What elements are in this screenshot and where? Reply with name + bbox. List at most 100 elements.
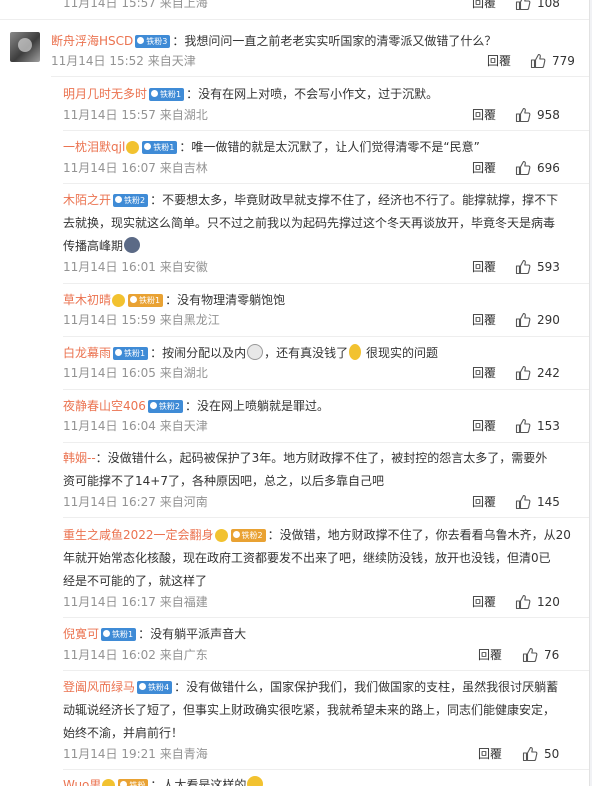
- divider: [0, 19, 589, 20]
- like-count: 50: [544, 747, 560, 761]
- like-count: 242: [537, 366, 560, 380]
- crown-icon: [102, 779, 116, 786]
- username-link[interactable]: 明月几时无多时: [63, 87, 147, 101]
- reply-text-line: 经是不可能的了，就这样了: [63, 574, 208, 588]
- username-link[interactable]: 韩姻--: [63, 451, 96, 465]
- thumbs-up-icon: [515, 0, 531, 11]
- thumbs-up-icon: [515, 418, 531, 434]
- like-button[interactable]: 145: [515, 493, 575, 511]
- username-link[interactable]: 草木初晴: [63, 293, 111, 307]
- smirk-emoji-icon: [247, 344, 264, 360]
- reply-text: 韩姻--：没做错什么，起码被保护了3年。地方财政撑不住了，被封控的怨言太多了，需…: [63, 451, 548, 465]
- reply-text: 登阖风而绿马 铁粉4 ：没有做错什么，国家保护我们，我们做国家的支柱，虽然我很讨厌躺…: [63, 680, 559, 694]
- like-button[interactable]: 108: [515, 0, 575, 12]
- reply-text: 夜静春山空406 铁粉2 ：没在网上喷躺就是罪过。: [63, 399, 330, 413]
- reply-text-line: 年就开始常态化核酸，现在政府工资都要发不出来了吧，继续防没钱，放开也没钱，但清0…: [63, 551, 551, 565]
- reply-button[interactable]: 回覆: [472, 0, 496, 12]
- reply-button[interactable]: 回覆: [478, 745, 502, 763]
- fan-badge: 铁粉2: [230, 529, 266, 542]
- reply-text-line: 资可能撑不了14+7了，各种原因吧，总之，以后多靠自己吧: [63, 474, 384, 488]
- comment-meta: 11月14日 16:27 来自河南: [63, 495, 208, 509]
- thumbs-up-icon: [515, 160, 531, 176]
- username-link[interactable]: 夜静春山空406: [63, 399, 146, 413]
- avatar[interactable]: [10, 32, 40, 62]
- fan-badge: 铁粉1: [113, 347, 149, 360]
- divider: [63, 442, 589, 443]
- thumbs-up-icon: [515, 312, 531, 328]
- main-comment-text: 断舟浮海HSCD 铁粉3 ：我想问问一直之前老老实实听国家的清零派又做错了什么？: [51, 30, 496, 52]
- fan-badge: 铁粉1: [142, 141, 178, 154]
- reply-button[interactable]: 回覆: [472, 593, 496, 611]
- reply-text: 明月几时无多时 铁粉1 ：没有在网上对喷，不会写小作文，过于沉默。: [63, 87, 439, 101]
- like-count: 108: [537, 0, 560, 10]
- comment-meta: 11月14日 16:07 来自吉林: [63, 161, 208, 175]
- crown-icon: [112, 294, 126, 307]
- divider: [63, 769, 589, 770]
- reply-button[interactable]: 回覆: [472, 159, 496, 177]
- reply-text: 倪寛可 铁粉1 ：没有躺平派声音大: [63, 627, 247, 641]
- crown-icon: [214, 529, 228, 542]
- fan-badge: 铁粉1: [149, 88, 185, 101]
- thumbs-up-icon: [515, 594, 531, 610]
- reply-button[interactable]: 回覆: [472, 493, 496, 511]
- like-button[interactable]: 958: [515, 106, 575, 124]
- thumbs-up-icon: [522, 746, 538, 762]
- thumbs-up-icon: [522, 647, 538, 663]
- reply-text: 木陌之开 铁粉2 ：不要想太多，毕竟财政早就支撑不住了，经济也不行了。能撑就撑，撑不…: [63, 193, 559, 207]
- virus-face-icon: [124, 237, 141, 253]
- username-link[interactable]: 白龙幕雨: [63, 346, 111, 360]
- reply-button[interactable]: 回覆: [472, 311, 496, 329]
- crown-icon: [126, 141, 140, 154]
- reply-button[interactable]: 回覆: [472, 258, 496, 276]
- comment-meta: 11月14日 16:05 来自湖北: [63, 366, 208, 380]
- comment-panel: 11月14日 15:57 来自上海 回覆 108 断舟浮海HSCD 铁粉3 ：我想问…: [0, 0, 589, 786]
- like-button[interactable]: 76: [522, 646, 582, 664]
- username-link[interactable]: Wuo男: [63, 778, 101, 786]
- reply-text-line: 传播高峰期: [63, 235, 141, 257]
- thumbs-up-icon: [530, 53, 546, 69]
- reply-button[interactable]: 回覆: [472, 364, 496, 382]
- like-button[interactable]: 120: [515, 593, 575, 611]
- like-button[interactable]: 153: [515, 417, 575, 435]
- like-button[interactable]: 242: [515, 364, 575, 382]
- username-link[interactable]: 重生之咸鱼2022一定会翻身: [63, 528, 214, 542]
- reply-text-line: 动辄说经济长了短了，但事实上财政确实很吃紧，我就希望未来的路上，同志们能健康安定…: [63, 703, 556, 717]
- reply-button[interactable]: 回覆: [472, 417, 496, 435]
- divider: [63, 389, 589, 390]
- fan-badge: 铁粉2: [147, 400, 183, 413]
- reply-text: Wuo男 铁粉 ：人太看是这样的: [63, 774, 264, 786]
- reply-button[interactable]: 回覆: [478, 646, 502, 664]
- like-button[interactable]: 290: [515, 311, 575, 329]
- like-count: 290: [537, 313, 560, 327]
- like-count: 958: [537, 108, 560, 122]
- comment-meta: 11月14日 15:57 来自上海: [63, 0, 208, 10]
- divider: [63, 617, 589, 618]
- like-count: 153: [537, 419, 560, 433]
- username-link[interactable]: 断舟浮海HSCD: [51, 34, 133, 48]
- username-link[interactable]: 登阖风而绿马: [63, 680, 135, 694]
- smile-emoji-icon: [247, 776, 264, 786]
- like-button[interactable]: 50: [522, 745, 582, 763]
- username-link[interactable]: 一枕泪默qjl: [63, 140, 125, 154]
- fan-badge: 铁粉4: [137, 681, 173, 694]
- fan-badge: 铁粉3: [135, 35, 171, 48]
- reply-text: 草木初晴 铁粉1 ：没有物理清零躺饱饱: [63, 293, 286, 307]
- divider: [63, 670, 589, 671]
- reply-button[interactable]: 回覆: [472, 106, 496, 124]
- comment-meta: 11月14日 19:21 来自青海: [63, 747, 208, 761]
- divider: [63, 517, 589, 518]
- sad-emoji-icon: [349, 344, 362, 360]
- like-button[interactable]: 696: [515, 159, 575, 177]
- thumbs-up-icon: [515, 365, 531, 381]
- username-link[interactable]: 倪寛可: [63, 627, 99, 641]
- like-button[interactable]: 779: [530, 52, 588, 70]
- reply-text-line: 去就换，现实就这么简单。只不过之前我以为起码先撑过这个冬天再谈放开，毕竟冬天是病…: [63, 216, 556, 230]
- like-count: 779: [552, 54, 575, 68]
- reply-button[interactable]: 回覆: [487, 52, 511, 70]
- comment-meta: 11月14日 15:52 来自天津: [51, 54, 196, 68]
- like-button[interactable]: 593: [515, 258, 575, 276]
- like-count: 696: [537, 161, 560, 175]
- fan-badge: 铁粉: [118, 779, 149, 786]
- divider: [51, 76, 589, 77]
- username-link[interactable]: 木陌之开: [63, 193, 111, 207]
